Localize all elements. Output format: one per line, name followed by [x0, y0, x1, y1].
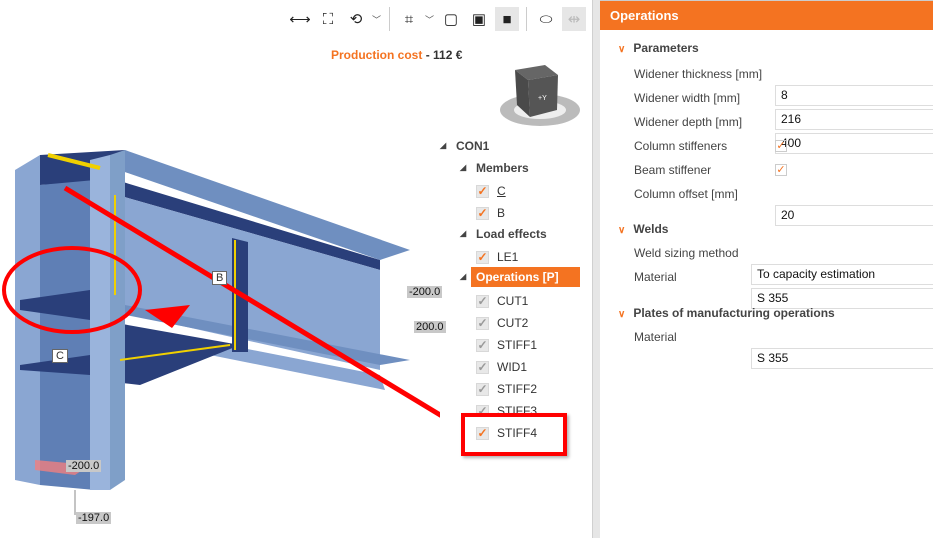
dimension-label: -200.0: [407, 286, 443, 298]
dimension-label: -197.0: [76, 512, 112, 524]
column-stiffeners-checkbox[interactable]: ✓: [775, 140, 787, 152]
row-widener-width: Widener width [mm] 216: [634, 87, 933, 130]
checkbox[interactable]: ✓: [476, 339, 489, 353]
checkbox[interactable]: ✓: [476, 185, 489, 199]
tree-item-members[interactable]: ◢ Members: [460, 158, 529, 178]
separator: [389, 7, 390, 31]
checkbox[interactable]: ✓: [476, 405, 489, 413]
tree-item-load-effects[interactable]: ◢ Load effects: [460, 224, 547, 244]
solid-icon[interactable]: ■: [495, 7, 519, 31]
tree-item-operations[interactable]: ◢ Operations [P]: [460, 267, 580, 287]
wireframe-icon[interactable]: ▢: [439, 7, 463, 31]
dimension-label: 200.0: [414, 321, 446, 333]
member-b-label[interactable]: B: [212, 271, 228, 285]
chevron-down-icon[interactable]: ∨: [618, 309, 625, 320]
transparent-icon[interactable]: ▣: [467, 7, 491, 31]
checkbox[interactable]: ✓: [476, 251, 489, 265]
tree-item-op[interactable]: ✓ CUT1: [476, 291, 528, 311]
row-weld-material: Material S 355: [634, 266, 933, 309]
expand-icon[interactable]: ◢: [460, 158, 466, 178]
tree-item-member-b[interactable]: ✓ B: [476, 203, 505, 223]
mirror-icon[interactable]: ⇹: [562, 7, 586, 31]
row-column-offset: Column offset [mm] 20: [634, 183, 933, 226]
tree-item-op[interactable]: ✓ STIFF2: [476, 379, 537, 399]
rotate-icon[interactable]: ⟲: [344, 7, 368, 31]
chevron-down-icon[interactable]: ﹀: [425, 13, 435, 26]
tree-item-member-c[interactable]: ✓ C: [476, 181, 506, 201]
section-parameters[interactable]: ∨ Parameters: [618, 41, 699, 55]
tree-item-op[interactable]: ✓ CUT2: [476, 313, 528, 333]
production-cost: Production cost - 112 €: [331, 48, 462, 62]
measure-icon[interactable]: ⟷: [288, 7, 312, 31]
dimension-label: -200.0: [66, 460, 102, 472]
splitter[interactable]: [592, 0, 600, 538]
tree-item-le1[interactable]: ✓ LE1: [476, 247, 518, 267]
production-cost-value: 112 €: [433, 48, 463, 62]
checkbox[interactable]: ✓: [476, 317, 489, 331]
row-column-stiffeners: Column stiffeners ✓: [634, 139, 787, 153]
3d-viewport[interactable]: ⟷ ⛶ ⟲ ﹀ ⌗ ﹀ ▢ ▣ ■ ⬭ ⇹ ⌂ Production cost …: [0, 0, 607, 538]
highlight-box: [461, 413, 567, 456]
chevron-down-icon[interactable]: ∨: [618, 225, 625, 236]
row-widener-depth: Widener depth [mm] 400: [634, 111, 933, 154]
chevron-down-icon[interactable]: ﹀: [372, 13, 382, 26]
section-welds[interactable]: ∨ Welds: [618, 222, 668, 236]
row-widener-thickness: Widener thickness [mm] 8: [634, 63, 933, 106]
column-offset-input[interactable]: 20: [775, 205, 933, 226]
beam-stiffener-checkbox[interactable]: ✓: [775, 164, 787, 176]
view-cube[interactable]: +Y: [495, 60, 585, 135]
expand-icon[interactable]: ◢: [440, 136, 446, 156]
member-c-label[interactable]: C: [52, 349, 68, 363]
row-plates-material: Material S 355: [634, 326, 933, 369]
checkbox[interactable]: ✓: [476, 361, 489, 375]
chevron-down-icon[interactable]: ∨: [618, 44, 625, 55]
tree-item-op[interactable]: ✓ STIFF1: [476, 335, 537, 355]
tree-item-con1[interactable]: ◢ CON1: [440, 136, 489, 156]
checkbox[interactable]: ✓: [476, 207, 489, 221]
separator: [526, 7, 527, 31]
section-icon[interactable]: ⬭: [534, 7, 558, 31]
tree-item-op[interactable]: ✓ STIFF3: [476, 401, 537, 413]
expand-icon[interactable]: ◢: [460, 224, 466, 244]
crop-icon[interactable]: ⌗: [397, 7, 421, 31]
checkbox[interactable]: ✓: [476, 295, 489, 309]
cost-separator: -: [425, 48, 430, 62]
properties-panel: Operations ∨ Parameters Widener thickness…: [600, 0, 933, 538]
fit-view-icon[interactable]: ⛶: [316, 7, 340, 31]
panel-title: Operations: [600, 0, 933, 30]
production-cost-label: Production cost: [331, 48, 423, 62]
section-plates[interactable]: ∨ Plates of manufacturing operations: [618, 306, 835, 320]
view-toolbar: ⟷ ⛶ ⟲ ﹀ ⌗ ﹀ ▢ ▣ ■ ⬭ ⇹ ⌂: [288, 6, 614, 32]
plates-material-select[interactable]: S 355: [751, 348, 933, 369]
expand-icon[interactable]: ◢: [460, 267, 466, 287]
tree-item-op[interactable]: ✓ WID1: [476, 357, 527, 377]
view-cube-face-label: +Y: [538, 95, 547, 102]
row-beam-stiffener: Beam stiffener ✓: [634, 163, 787, 177]
row-weld-sizing: Weld sizing method To capacity estimation: [634, 242, 933, 285]
checkbox[interactable]: ✓: [476, 383, 489, 397]
